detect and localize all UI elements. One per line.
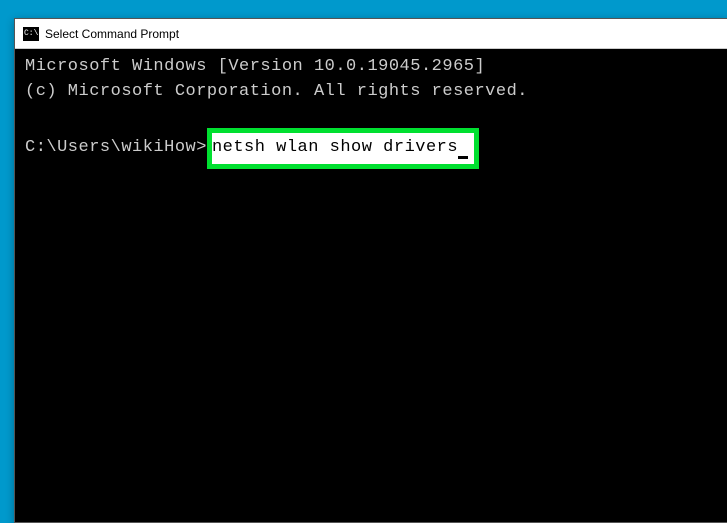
terminal-area[interactable]: Microsoft Windows [Version 10.0.19045.29… xyxy=(15,49,727,175)
cmd-icon-text: C:\ xyxy=(24,30,38,38)
cmd-icon: C:\ xyxy=(23,27,39,41)
command-prompt-window: C:\ Select Command Prompt Microsoft Wind… xyxy=(14,18,727,523)
title-bar[interactable]: C:\ Select Command Prompt xyxy=(15,19,727,49)
cursor xyxy=(458,156,468,159)
window-title: Select Command Prompt xyxy=(45,27,179,41)
command-highlight: netsh wlan show drivers xyxy=(207,128,479,169)
command-text: netsh wlan show drivers xyxy=(212,138,458,157)
prompt-line: C:\Users\wikiHow> netsh wlan show drivers xyxy=(25,128,717,169)
terminal-header-line2: (c) Microsoft Corporation. All rights re… xyxy=(25,80,717,105)
terminal-header-line1: Microsoft Windows [Version 10.0.19045.29… xyxy=(25,55,717,80)
prompt-path: C:\Users\wikiHow> xyxy=(25,136,207,161)
